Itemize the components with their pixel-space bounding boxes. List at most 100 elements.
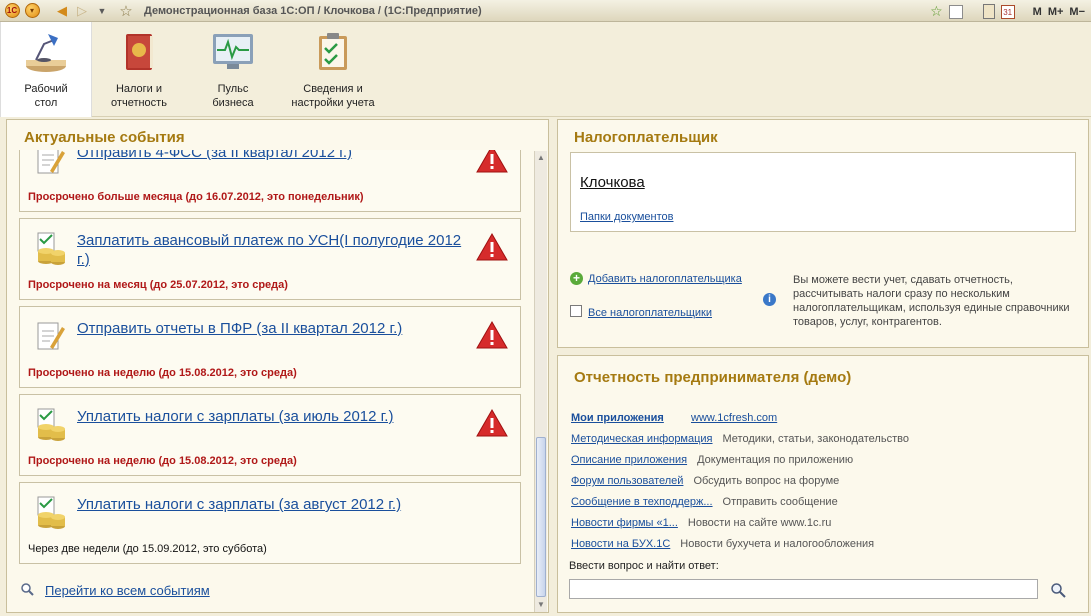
add-icon: + (570, 272, 583, 285)
section-label: Налоги и (115, 83, 163, 95)
event-card: Уплатить налоги с зарплаты (за июль 2012… (19, 394, 521, 476)
question-label: Ввести вопрос и найти ответ: (569, 560, 719, 572)
taxpayer-panel-title: Налогоплательщик (574, 129, 718, 146)
add-favorite-icon[interactable]: ☆ (930, 3, 943, 20)
title-bar: 1C ▾ ◀ ▷ ▼ ☆ Демонстрационная база 1С:ОП… (0, 0, 1091, 22)
resource-row: Новости на БУХ.1С Новости бухучета и нал… (571, 538, 874, 550)
resource-desc: Обсудить вопрос на форуме (693, 475, 840, 487)
add-taxpayer-link[interactable]: Добавить налогоплательщика (588, 273, 742, 285)
main-menu-icon[interactable]: ▾ (24, 3, 40, 19)
favorites-star-icon[interactable]: ☆ (118, 3, 134, 20)
list-icon (570, 305, 582, 317)
resource-desc: Новости бухучета и налогообложения (680, 538, 875, 550)
event-link[interactable]: Отправить отчеты в ПФР (за II квартал 20… (77, 319, 467, 338)
taxpayer-card: Клочкова Папки документов (570, 152, 1076, 232)
coins-icon (37, 496, 65, 529)
taxpayer-info-text: Вы можете вести учет, сдавать отчетность… (793, 274, 1070, 328)
section-label: Рабочий (24, 83, 68, 95)
resource-link[interactable]: Мои приложения (571, 412, 681, 424)
section-settings[interactable]: Сведения и настройки учета (284, 22, 382, 117)
resource-desc: Документация по приложению (697, 454, 854, 466)
forward-arrow-icon[interactable]: ▷ (74, 3, 90, 19)
resource-link[interactable]: Сообщение в техподдерж... (571, 496, 713, 508)
taxpayer-name-link[interactable]: Клочкова (580, 174, 645, 191)
reporting-panel-title: Отчетность предпринимателя (демо) (574, 369, 852, 386)
warning-icon (476, 409, 508, 437)
question-input[interactable] (569, 579, 1038, 599)
event-card: Отправить отчеты в ПФР (за II квартал 20… (19, 306, 521, 388)
monitor-pulse-icon (213, 34, 253, 69)
calculator-icon[interactable] (982, 4, 995, 19)
section-label: Пульс (217, 83, 249, 95)
scroll-up-icon[interactable]: ▲ (536, 153, 546, 163)
info-icon: i (763, 293, 776, 306)
resource-link[interactable]: Новости на БУХ.1С (571, 538, 670, 550)
1c-logo-icon[interactable]: 1C (4, 3, 20, 19)
event-link[interactable]: Уплатить налоги с зарплаты (за июль 2012… (77, 407, 467, 426)
event-status: Просрочено больше месяца (до 16.07.2012,… (28, 191, 364, 203)
resource-link[interactable]: Описание приложения (571, 454, 687, 466)
resource-link[interactable]: Методическая информация (571, 433, 713, 445)
window-title: Демонстрационная база 1С:ОП / Клочкова /… (144, 4, 482, 17)
section-label: настройки учета (291, 97, 375, 109)
resource-desc-link[interactable]: www.1cfresh.com (691, 412, 777, 424)
document-folders-link[interactable]: Папки документов (580, 211, 673, 223)
coins-icon (37, 232, 65, 265)
resource-link[interactable]: Форум пользователей (571, 475, 683, 487)
resource-row: Новости фирмы «1... Новости на сайте www… (571, 517, 831, 529)
event-card: Уплатить налоги с зарплаты (за август 20… (19, 482, 521, 564)
event-link[interactable]: Уплатить налоги с зарплаты (за август 20… (77, 495, 467, 514)
section-label: Сведения и (303, 83, 363, 95)
resource-row: Сообщение в техподдерж... Отправить сооб… (571, 496, 838, 508)
calendar-icon[interactable]: 31 (1000, 4, 1015, 19)
section-business-pulse[interactable]: Пульс бизнеса (196, 22, 270, 117)
history-icon[interactable] (948, 4, 963, 19)
section-label: отчетность (111, 97, 167, 109)
event-link[interactable]: Отправить 4-ФСС (за II квартал 2012 г.) (77, 150, 467, 162)
desk-lamp-icon (26, 34, 66, 72)
warning-icon (476, 233, 508, 261)
history-dropdown-icon[interactable]: ▼ (94, 3, 110, 19)
warning-icon (476, 150, 508, 173)
resource-desc: Отправить сообщение (722, 496, 838, 508)
coins-icon (37, 408, 65, 441)
events-panel-title: Актуальные события (24, 129, 185, 146)
section-desktop[interactable]: Рабочий стол (0, 22, 92, 117)
memory-minus-button[interactable]: M− (1069, 6, 1085, 18)
event-status: Просрочено на месяц (до 25.07.2012, это … (28, 279, 288, 291)
section-label: стол (34, 97, 58, 109)
all-taxpayers-link[interactable]: Все налогоплательщики (588, 307, 712, 319)
event-card: Заплатить авансовый платеж по УСН(I полу… (19, 218, 521, 300)
tax-book-icon (126, 34, 153, 70)
scroll-thumb[interactable] (536, 437, 546, 597)
sections-panel: Рабочий стол Налоги и отчетность Пульс б… (0, 22, 1091, 117)
resource-row: Мои приложения www.1cfresh.com (571, 412, 777, 424)
event-status: Просрочено на неделю (до 15.08.2012, это… (28, 455, 297, 467)
section-label: бизнеса (212, 97, 254, 109)
taxpayer-panel: Налогоплательщик Клочкова Папки документ… (557, 119, 1089, 348)
events-scrollbar[interactable]: ▲ ▼ (534, 151, 547, 612)
back-arrow-icon[interactable]: ◀ (54, 3, 70, 19)
scroll-down-icon[interactable]: ▼ (536, 600, 546, 610)
event-card: Отправить 4-ФСС (за II квартал 2012 г.) … (19, 150, 521, 212)
resource-row: Форум пользователей Обсудить вопрос на ф… (571, 475, 839, 487)
document-pen-icon (37, 322, 65, 350)
memory-m-button[interactable]: M (1033, 6, 1042, 18)
clipboard-check-icon (319, 33, 347, 70)
event-status: Через две недели (до 15.09.2012, это суб… (28, 543, 267, 555)
search-icon[interactable] (1050, 582, 1066, 598)
magnifier-icon (21, 583, 34, 596)
section-taxes[interactable]: Налоги и отчетность (100, 22, 178, 117)
all-events-link[interactable]: Перейти ко всем событиям (45, 583, 210, 598)
resource-desc: Новости на сайте www.1c.ru (687, 517, 832, 529)
event-status: Просрочено на неделю (до 15.08.2012, это… (28, 367, 297, 379)
resource-desc: Методики, статьи, законодательство (722, 433, 909, 445)
memory-plus-button[interactable]: M+ (1048, 6, 1064, 18)
resource-row: Описание приложения Документация по прил… (571, 454, 853, 466)
resource-row: Методическая информация Методики, статьи… (571, 433, 909, 445)
document-pen-icon (37, 150, 65, 174)
resource-link[interactable]: Новости фирмы «1... (571, 517, 678, 529)
event-link[interactable]: Заплатить авансовый платеж по УСН(I полу… (77, 231, 467, 269)
warning-icon (476, 321, 508, 349)
events-list: Отправить 4-ФСС (за II квартал 2012 г.) … (7, 150, 534, 612)
